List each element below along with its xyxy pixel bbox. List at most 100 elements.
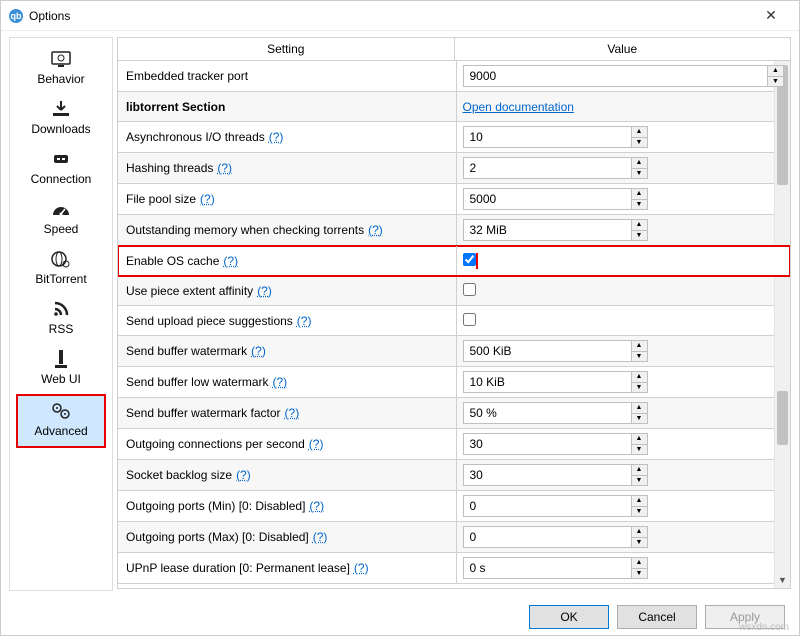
ok-button[interactable]: OK: [529, 605, 609, 629]
help-link[interactable]: (?): [273, 375, 288, 389]
value-input[interactable]: [463, 219, 632, 241]
value-checkbox[interactable]: [463, 253, 476, 266]
spin-down-icon[interactable]: ▼: [768, 77, 783, 87]
window-title: Options: [29, 9, 751, 23]
spinner[interactable]: ▲▼: [632, 188, 648, 210]
setting-label: Enable OS cache (?): [118, 246, 456, 275]
value-input[interactable]: [463, 340, 632, 362]
spin-up-icon[interactable]: ▲: [632, 220, 647, 231]
value-input[interactable]: [463, 464, 632, 486]
gauge-icon: [47, 198, 75, 220]
spin-up-icon[interactable]: ▲: [632, 434, 647, 445]
spin-down-icon[interactable]: ▼: [632, 352, 647, 362]
setting-label: Outstanding memory when checking torrent…: [118, 215, 456, 245]
value-input[interactable]: [463, 65, 769, 87]
spin-down-icon[interactable]: ▼: [632, 138, 647, 148]
spin-down-icon[interactable]: ▼: [632, 383, 647, 393]
value-checkbox[interactable]: [463, 313, 476, 326]
sidebar-item-label: Connection: [31, 172, 92, 186]
spin-up-icon[interactable]: ▲: [632, 496, 647, 507]
setting-row: UPnP lease duration [0: Permanent lease]…: [118, 553, 790, 584]
help-link[interactable]: (?): [354, 561, 369, 575]
spinner[interactable]: ▲▼: [632, 557, 648, 579]
sidebar-item-connection[interactable]: Connection: [16, 144, 106, 194]
spin-down-icon[interactable]: ▼: [632, 169, 647, 179]
spin-up-icon[interactable]: ▲: [768, 66, 783, 77]
help-link[interactable]: (?): [313, 530, 328, 544]
help-link[interactable]: (?): [200, 192, 215, 206]
value-input[interactable]: [463, 157, 632, 179]
spinner[interactable]: ▲▼: [632, 526, 648, 548]
sidebar-item-speed[interactable]: Speed: [16, 194, 106, 244]
help-link[interactable]: (?): [269, 130, 284, 144]
value-input[interactable]: [463, 557, 632, 579]
help-link[interactable]: (?): [309, 437, 324, 451]
setting-label: Send upload piece suggestions (?): [118, 306, 456, 335]
spin-up-icon[interactable]: ▲: [632, 372, 647, 383]
help-link[interactable]: (?): [368, 223, 383, 237]
help-link[interactable]: (?): [309, 499, 324, 513]
setting-row: Socket backlog size (?) ▲▼: [118, 460, 790, 491]
spinner[interactable]: ▲▼: [768, 65, 784, 87]
col-value: Value: [455, 38, 791, 60]
spin-up-icon[interactable]: ▲: [632, 158, 647, 169]
col-setting: Setting: [118, 38, 455, 60]
help-link[interactable]: (?): [223, 254, 238, 268]
dialog-buttons: OK Cancel Apply: [529, 605, 785, 629]
value-input[interactable]: [463, 188, 632, 210]
settings-grid: Setting Value ▲ ▼ Embedded tracker port …: [117, 37, 791, 591]
help-link[interactable]: (?): [251, 344, 266, 358]
value-input[interactable]: [463, 371, 632, 393]
sidebar-item-bittorrent[interactable]: BitTorrent: [16, 244, 106, 294]
help-link[interactable]: (?): [236, 468, 251, 482]
spin-down-icon[interactable]: ▼: [632, 414, 647, 424]
spin-up-icon[interactable]: ▲: [632, 127, 647, 138]
value-input[interactable]: [463, 126, 632, 148]
value-input[interactable]: [463, 402, 632, 424]
sidebar-item-rss[interactable]: RSS: [16, 294, 106, 344]
spin-down-icon[interactable]: ▼: [632, 507, 647, 517]
spin-up-icon[interactable]: ▲: [632, 341, 647, 352]
gears-icon: [47, 400, 75, 422]
close-button[interactable]: ✕: [751, 7, 791, 24]
spin-up-icon[interactable]: ▲: [632, 527, 647, 538]
spinner[interactable]: ▲▼: [632, 371, 648, 393]
spin-up-icon[interactable]: ▲: [632, 403, 647, 414]
grid-header: Setting Value: [117, 37, 791, 61]
spinner[interactable]: ▲▼: [632, 433, 648, 455]
spin-down-icon[interactable]: ▼: [632, 445, 647, 455]
spin-down-icon[interactable]: ▼: [632, 200, 647, 210]
spin-down-icon[interactable]: ▼: [632, 538, 647, 548]
spinner[interactable]: ▲▼: [632, 157, 648, 179]
rss-icon: [47, 298, 75, 320]
spinner[interactable]: ▲▼: [632, 402, 648, 424]
sidebar-item-web-ui[interactable]: Web UI: [16, 344, 106, 394]
sidebar-item-behavior[interactable]: Behavior: [16, 44, 106, 94]
spinner[interactable]: ▲▼: [632, 495, 648, 517]
spinner[interactable]: ▲▼: [632, 219, 648, 241]
setting-row: Outgoing ports (Max) [0: Disabled] (?) ▲…: [118, 522, 790, 553]
spin-down-icon[interactable]: ▼: [632, 231, 647, 241]
help-link[interactable]: (?): [217, 161, 232, 175]
spin-up-icon[interactable]: ▲: [632, 189, 647, 200]
sidebar-item-label: Behavior: [37, 72, 84, 86]
help-link[interactable]: (?): [285, 406, 300, 420]
spin-up-icon[interactable]: ▲: [632, 558, 647, 569]
value-input[interactable]: [463, 526, 632, 548]
help-link[interactable]: (?): [257, 284, 272, 298]
sidebar-item-label: Web UI: [41, 372, 81, 386]
value-input[interactable]: [463, 495, 632, 517]
cancel-button[interactable]: Cancel: [617, 605, 697, 629]
value-checkbox[interactable]: [463, 283, 476, 296]
sidebar-item-advanced[interactable]: Advanced: [16, 394, 106, 448]
value-input[interactable]: [463, 433, 632, 455]
sidebar-item-downloads[interactable]: Downloads: [16, 94, 106, 144]
spinner[interactable]: ▲▼: [632, 340, 648, 362]
spin-down-icon[interactable]: ▼: [632, 569, 647, 579]
spin-up-icon[interactable]: ▲: [632, 465, 647, 476]
help-link[interactable]: (?): [297, 314, 312, 328]
spinner[interactable]: ▲▼: [632, 126, 648, 148]
spin-down-icon[interactable]: ▼: [632, 476, 647, 486]
spinner[interactable]: ▲▼: [632, 464, 648, 486]
open-docs-link[interactable]: Open documentation: [463, 100, 574, 114]
